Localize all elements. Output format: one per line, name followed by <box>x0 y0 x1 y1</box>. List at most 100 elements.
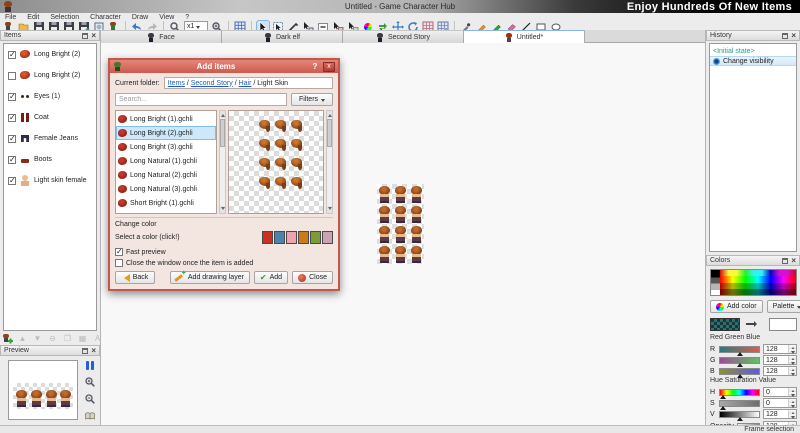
search-input[interactable] <box>115 93 287 106</box>
menu-help[interactable]: ? <box>185 14 189 21</box>
file-row[interactable]: Long Natural (3).gchli <box>116 182 216 196</box>
blue-spinbox[interactable]: 128 <box>763 366 797 376</box>
value-spinbox[interactable]: 128 <box>763 409 797 419</box>
item-frames-icon[interactable]: ▦ <box>77 333 88 344</box>
scroll-down-icon[interactable] <box>220 206 225 213</box>
item-row[interactable]: Eyes (1) <box>4 86 96 107</box>
background-book-icon[interactable] <box>84 410 96 422</box>
file-row[interactable]: Long Natural (1).gchli <box>116 154 216 168</box>
file-row[interactable]: Long Natural (2).gchli <box>116 168 216 182</box>
close-dialog-button[interactable]: x <box>323 62 335 72</box>
duplicate-item-icon[interactable]: ❐ <box>62 333 73 344</box>
value-slider[interactable] <box>719 411 760 418</box>
spin-down-icon[interactable] <box>789 371 796 375</box>
color-swatch[interactable] <box>286 231 297 244</box>
move-up-icon[interactable]: ▲ <box>17 333 28 344</box>
grayscale-column[interactable] <box>711 270 720 295</box>
help-button[interactable]: ? <box>310 62 320 71</box>
character-sprite-sheet[interactable] <box>377 184 424 264</box>
remove-item-icon[interactable]: ⊖ <box>47 333 58 344</box>
spin-down-icon[interactable] <box>789 349 796 353</box>
item-row[interactable]: Coat <box>4 107 96 128</box>
breadcrumb-link-hair[interactable]: Hair <box>239 80 252 87</box>
filters-button[interactable]: Filters <box>291 93 333 106</box>
blue-slider[interactable] <box>719 368 760 375</box>
float-panel-icon[interactable] <box>82 33 88 39</box>
palette-button[interactable]: Palette <box>767 300 800 313</box>
scroll-down-icon[interactable] <box>327 206 332 213</box>
green-slider[interactable] <box>719 357 760 364</box>
visibility-checkbox[interactable] <box>8 51 16 59</box>
float-panel-icon[interactable] <box>782 33 788 39</box>
hue-slider[interactable] <box>719 389 760 396</box>
tab-face[interactable]: Face <box>101 30 222 43</box>
file-row[interactable]: Long Bright (3).gchli <box>116 140 216 154</box>
spin-down-icon[interactable] <box>789 403 796 407</box>
visibility-checkbox[interactable] <box>8 156 16 164</box>
file-row[interactable]: Long Bright (1).gchli <box>116 112 216 126</box>
close-panel-icon[interactable]: × <box>91 33 96 39</box>
close-button[interactable]: Close <box>292 271 333 284</box>
green-spinbox[interactable]: 128 <box>763 355 797 365</box>
close-on-add-checkbox[interactable] <box>115 259 123 267</box>
red-spinbox[interactable]: 128 <box>763 344 797 354</box>
close-panel-icon[interactable]: × <box>791 33 796 39</box>
fast-preview-option[interactable]: Fast preview <box>115 248 333 256</box>
title-bar[interactable]: Untitled - Game Character Hub Enjoy Hund… <box>0 0 800 13</box>
hue-spinbox[interactable]: 0 <box>763 387 797 397</box>
red-slider[interactable] <box>719 346 760 353</box>
scroll-up-icon[interactable] <box>327 111 332 118</box>
item-row[interactable]: Long Bright (2) <box>4 65 96 86</box>
tab-untitled[interactable]: Untitled* <box>464 30 585 43</box>
spin-down-icon[interactable] <box>789 414 796 418</box>
file-row-selected[interactable]: Long Bright (2).gchli <box>116 126 216 140</box>
close-on-add-option[interactable]: Close the window once the item is added <box>115 259 333 267</box>
item-row[interactable]: Female Jeans <box>4 128 96 149</box>
float-panel-icon[interactable] <box>782 258 788 264</box>
history-entry[interactable]: Change visibility <box>710 56 796 66</box>
close-panel-icon[interactable]: × <box>791 258 796 264</box>
fast-preview-checkbox[interactable] <box>115 248 123 256</box>
visibility-checkbox[interactable] <box>8 177 16 185</box>
add-color-button[interactable]: Add color <box>710 300 763 313</box>
swap-colors-icon[interactable] <box>745 320 758 330</box>
zoom-in-icon[interactable] <box>84 376 96 388</box>
item-row[interactable]: Light skin female <box>4 170 96 191</box>
rename-item-icon[interactable]: A <box>92 333 103 344</box>
add-item-icon[interactable] <box>2 333 13 344</box>
breadcrumb-link-second-story[interactable]: Second Story <box>191 80 233 87</box>
tab-second-story[interactable]: Second Story <box>343 30 464 43</box>
color-swatch[interactable] <box>322 231 333 244</box>
float-panel-icon[interactable] <box>82 348 88 354</box>
visibility-checkbox[interactable] <box>8 93 16 101</box>
primary-color-swatch[interactable] <box>710 318 740 331</box>
preview-scrollbar[interactable] <box>326 110 333 214</box>
saturation-spinbox[interactable]: 0 <box>763 398 797 408</box>
dialog-title-bar[interactable]: Add items ? x <box>110 60 338 73</box>
color-swatch[interactable] <box>262 231 273 244</box>
close-panel-icon[interactable]: × <box>91 348 96 354</box>
scroll-up-icon[interactable] <box>220 111 225 118</box>
add-drawing-layer-button[interactable]: Add drawing layer <box>170 271 250 284</box>
color-swatch[interactable] <box>274 231 285 244</box>
spin-down-icon[interactable] <box>789 392 796 396</box>
zoom-out-icon[interactable] <box>84 393 96 405</box>
back-button[interactable]: Back <box>115 271 155 284</box>
visibility-checkbox[interactable] <box>8 135 16 143</box>
saturation-slider[interactable] <box>719 400 760 407</box>
add-button[interactable]: ✔Add <box>254 271 288 284</box>
visibility-checkbox[interactable] <box>8 114 16 122</box>
scrollbar-thumb[interactable] <box>220 119 225 147</box>
file-list-scrollbar[interactable] <box>219 110 226 214</box>
tab-dark-elf[interactable]: Dark elf <box>222 30 343 43</box>
breadcrumb-link-items[interactable]: Items <box>168 80 185 87</box>
color-swatch[interactable] <box>310 231 321 244</box>
secondary-color-swatch[interactable] <box>769 318 797 331</box>
visibility-checkbox[interactable] <box>8 72 16 80</box>
pause-icon[interactable] <box>84 359 96 371</box>
file-row[interactable]: Short Bright (1).gchli <box>116 196 216 210</box>
color-spectrum[interactable] <box>710 269 797 296</box>
color-swatch[interactable] <box>298 231 309 244</box>
spin-down-icon[interactable] <box>789 360 796 364</box>
item-row[interactable]: Long Bright (2) <box>4 44 96 65</box>
